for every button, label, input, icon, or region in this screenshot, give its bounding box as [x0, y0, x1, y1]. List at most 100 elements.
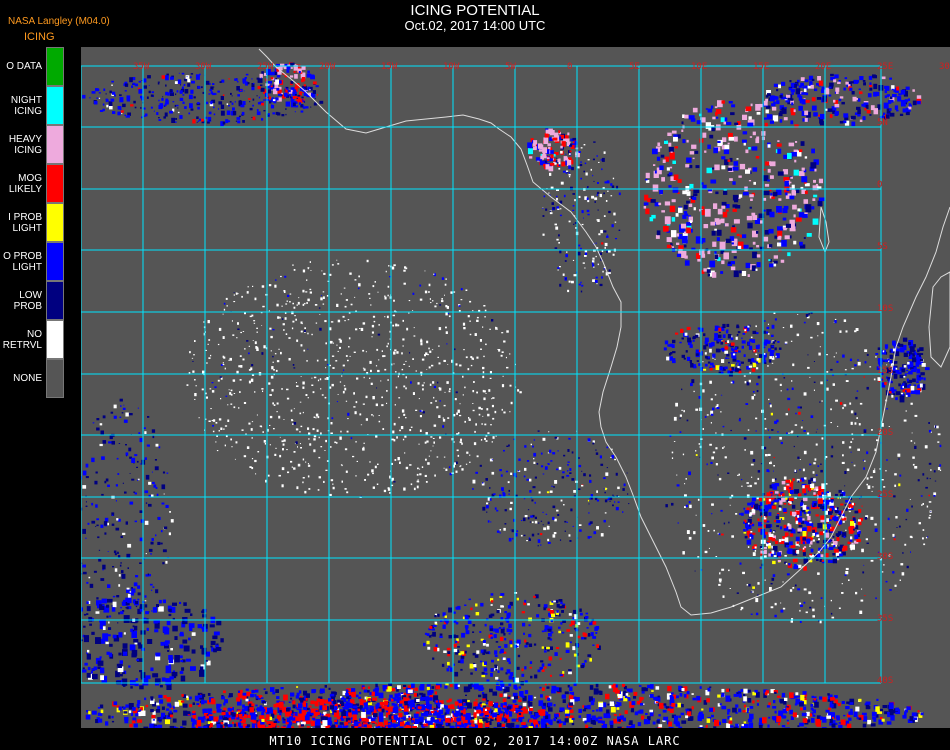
icing-pixel [802, 527, 807, 531]
icing-pixel [494, 664, 498, 669]
icing-pixel [728, 261, 731, 264]
icing-pixel [443, 718, 446, 722]
icing-pixel [899, 113, 904, 116]
icing-pixel [118, 652, 122, 656]
icing-pixel [463, 726, 467, 728]
icing-pixel [423, 711, 429, 717]
icing-pixel [413, 713, 419, 718]
icing-pixel [145, 704, 149, 708]
icing-pixel [655, 701, 659, 704]
icing-pixel [385, 710, 389, 713]
icing-pixel [675, 332, 679, 335]
icing-pixel [785, 223, 791, 228]
icing-pixel [770, 192, 773, 196]
icing-pixel [328, 687, 331, 690]
icing-pixel [196, 719, 202, 726]
icing-pixel [528, 695, 533, 701]
icing-pixel [813, 698, 816, 701]
icing-pixel [840, 503, 844, 506]
icing-pixel [738, 194, 743, 198]
icing-pixel [567, 132, 570, 136]
icing-pixel [223, 707, 227, 711]
icing-pixel [692, 697, 697, 701]
icing-pixel [196, 122, 198, 123]
icing-pixel [301, 99, 304, 101]
icing-pixel [691, 706, 694, 710]
icing-pixel [177, 111, 180, 114]
icing-pixel [798, 105, 803, 111]
icing-pixel [669, 205, 676, 213]
icing-pixel [829, 704, 834, 708]
icing-pixel [160, 716, 164, 719]
icing-pixel [506, 628, 510, 633]
icing-pixel [709, 260, 716, 268]
icing-pixel [255, 695, 259, 699]
icing-pixel [727, 708, 731, 713]
icing-pixel [91, 631, 95, 635]
icing-pixel [504, 644, 508, 648]
icing-pixel [500, 622, 504, 626]
icing-pixel [427, 646, 431, 650]
icing-pixel [391, 702, 395, 706]
icing-pixel [281, 114, 285, 117]
icing-pixel [631, 701, 636, 706]
icing-pixel [863, 716, 868, 722]
icing-pixel [277, 721, 280, 723]
icing-pixel [845, 81, 849, 85]
icing-pixel [777, 171, 784, 176]
icing-pixel [408, 725, 412, 728]
icing-pixel [270, 105, 275, 109]
icing-pixel [490, 600, 494, 603]
icing-pixel [213, 631, 220, 636]
icing-pixel [174, 701, 180, 707]
icing-pixel [891, 88, 894, 91]
icing-pixel [126, 95, 131, 101]
icing-pixel [777, 560, 781, 562]
icing-pixel [189, 627, 193, 632]
icing-pixel [286, 69, 290, 73]
icing-pixel [730, 112, 735, 116]
icing-pixel [757, 518, 760, 521]
icing-pixel [170, 76, 174, 80]
icing-pixel [302, 104, 305, 107]
icing-pixel [394, 723, 399, 727]
icing-pixel [197, 106, 200, 110]
icing-pixel [764, 122, 768, 127]
icing-pixel [825, 709, 830, 713]
icing-pixel [747, 222, 753, 229]
icing-pixel [828, 94, 832, 97]
icing-pixel [363, 702, 368, 706]
icing-pixel [738, 175, 742, 178]
icing-pixel [733, 256, 737, 259]
icing-pixel [763, 330, 766, 334]
icing-pixel [221, 696, 225, 700]
icing-pixel [801, 99, 806, 105]
icing-pixel [180, 726, 183, 728]
icing-pixel [345, 725, 349, 728]
icing-pixel [589, 658, 592, 662]
icing-pixel [733, 219, 740, 224]
icing-pixel [180, 675, 186, 682]
icing-pixel [228, 105, 230, 107]
icing-pixel [819, 531, 824, 536]
icing-pixel [671, 230, 677, 238]
icing-pixel [179, 601, 182, 604]
icing-pixel [861, 103, 864, 107]
icing-pixel [213, 106, 215, 109]
icing-pixel [801, 167, 805, 171]
icing-pixel [560, 721, 563, 723]
icing-pixel [775, 540, 779, 545]
icing-pixel [753, 181, 756, 185]
icing-pixel [301, 710, 306, 716]
icing-pixel [863, 82, 866, 86]
icing-pixel [91, 91, 96, 94]
icing-pixel [797, 695, 800, 698]
icing-pixel [801, 712, 807, 717]
icing-pixel [561, 610, 564, 613]
icing-pixel [129, 723, 133, 728]
icing-pixel [100, 709, 104, 714]
icing-pixel [638, 685, 642, 687]
icing-pixel [358, 723, 362, 727]
icing-pixel [802, 214, 808, 218]
icing-pixel [815, 718, 821, 726]
